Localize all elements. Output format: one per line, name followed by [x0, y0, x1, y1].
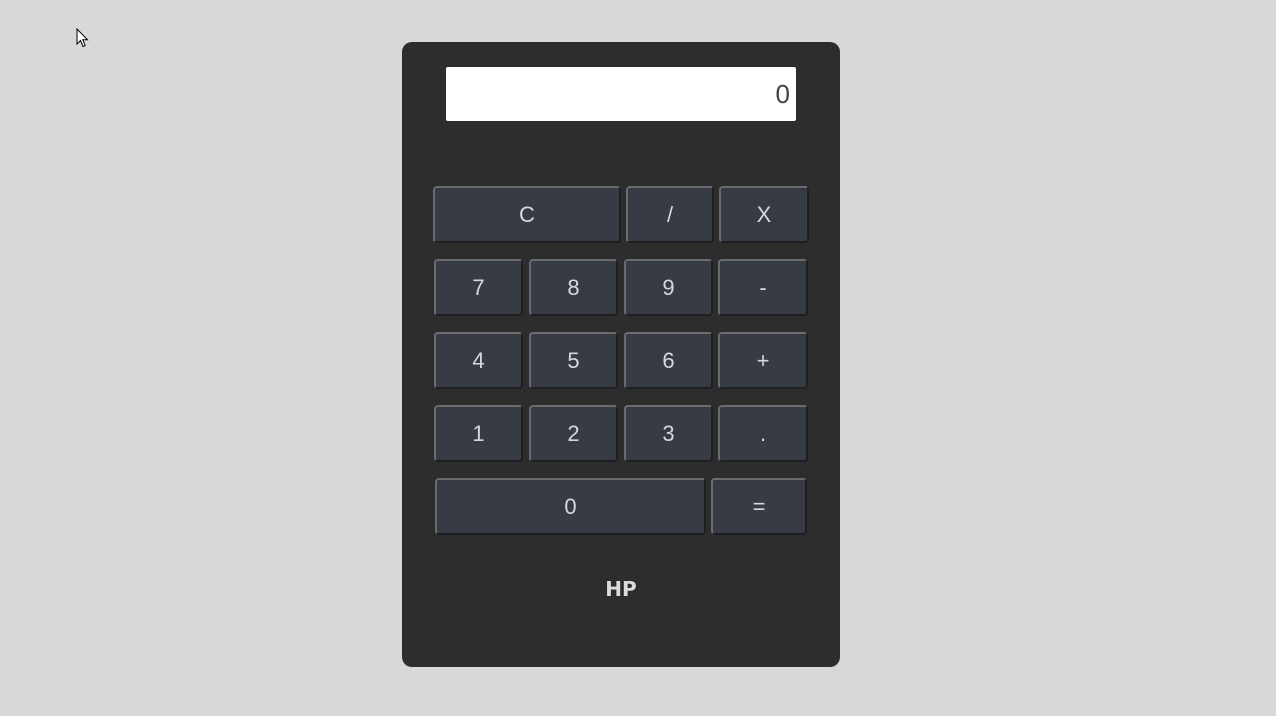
calculator-body: 0 C / X 7 8 9 - 4 5 6 + 1 2 3 . 0 = HP	[402, 42, 840, 667]
digit-4-button[interactable]: 4	[434, 332, 523, 389]
digit-2-button[interactable]: 2	[529, 405, 618, 462]
plus-button[interactable]: +	[718, 332, 808, 389]
decimal-button[interactable]: .	[718, 405, 808, 462]
mouse-pointer-icon	[76, 28, 89, 48]
digit-6-button[interactable]: 6	[624, 332, 713, 389]
brand-logo: HP	[605, 577, 637, 601]
multiply-button[interactable]: X	[719, 186, 809, 243]
digit-3-button[interactable]: 3	[624, 405, 713, 462]
divide-button[interactable]: /	[626, 186, 714, 243]
digit-9-button[interactable]: 9	[624, 259, 713, 316]
digit-1-button[interactable]: 1	[434, 405, 523, 462]
minus-button[interactable]: -	[718, 259, 808, 316]
digit-5-button[interactable]: 5	[529, 332, 618, 389]
digit-0-button[interactable]: 0	[435, 478, 706, 535]
clear-button[interactable]: C	[433, 186, 621, 243]
digit-8-button[interactable]: 8	[529, 259, 618, 316]
digit-7-button[interactable]: 7	[434, 259, 523, 316]
calculator-display: 0	[446, 67, 796, 121]
equals-button[interactable]: =	[711, 478, 807, 535]
